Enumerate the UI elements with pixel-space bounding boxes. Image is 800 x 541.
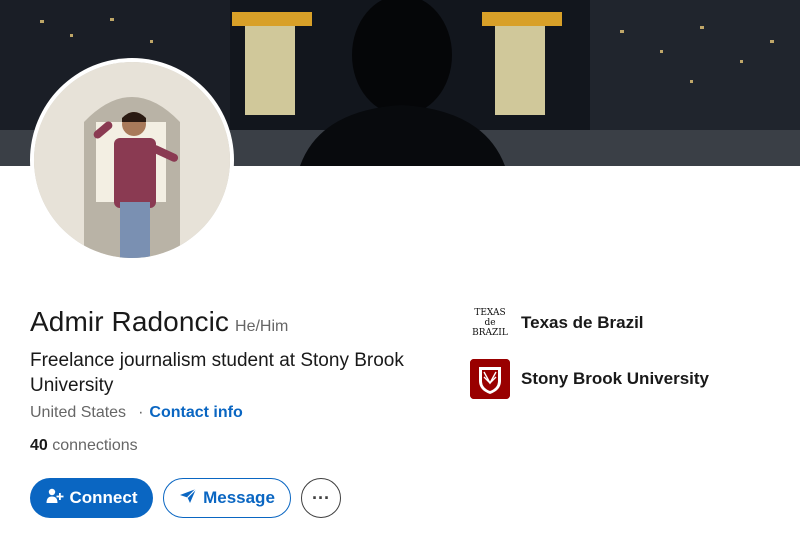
separator-dot: · (138, 404, 144, 421)
org-name-texas-de-brazil: Texas de Brazil (521, 313, 644, 332)
connections-text: connections (52, 437, 138, 454)
org-texas-de-brazil[interactable]: TEXAS de BRAZIL Texas de Brazil (470, 303, 644, 343)
texas-de-brazil-logo: TEXAS de BRAZIL (472, 308, 508, 338)
connect-button[interactable]: Connect (30, 478, 153, 518)
send-icon (179, 488, 197, 509)
location: United States (30, 404, 127, 421)
avatar-image (34, 62, 230, 258)
connect-label: Connect (69, 488, 138, 507)
name-row: Admir Radoncic He/Him (30, 306, 288, 338)
ellipsis-icon: ··· (312, 487, 330, 508)
contact-info-link[interactable]: Contact info (149, 404, 242, 422)
location-row: United States · Contact info (30, 404, 243, 422)
stony-brook-university-logo (470, 359, 510, 399)
more-actions-button[interactable]: ··· (301, 478, 341, 518)
org-name-stony-brook-university: Stony Brook University (521, 369, 709, 388)
profile-headline: Freelance journalism student at Stony Br… (30, 350, 404, 396)
profile-name: Admir Radoncic (30, 306, 230, 337)
connections-number: 40 (30, 437, 48, 454)
add-person-icon (46, 488, 64, 509)
pronouns: He/Him (235, 318, 289, 335)
connections-count[interactable]: 40 connections (30, 437, 138, 455)
profile-photo[interactable] (30, 58, 234, 262)
message-button[interactable]: Message (163, 478, 291, 518)
org-stony-brook-university[interactable]: Stony Brook University (470, 359, 709, 399)
message-label: Message (203, 488, 275, 507)
